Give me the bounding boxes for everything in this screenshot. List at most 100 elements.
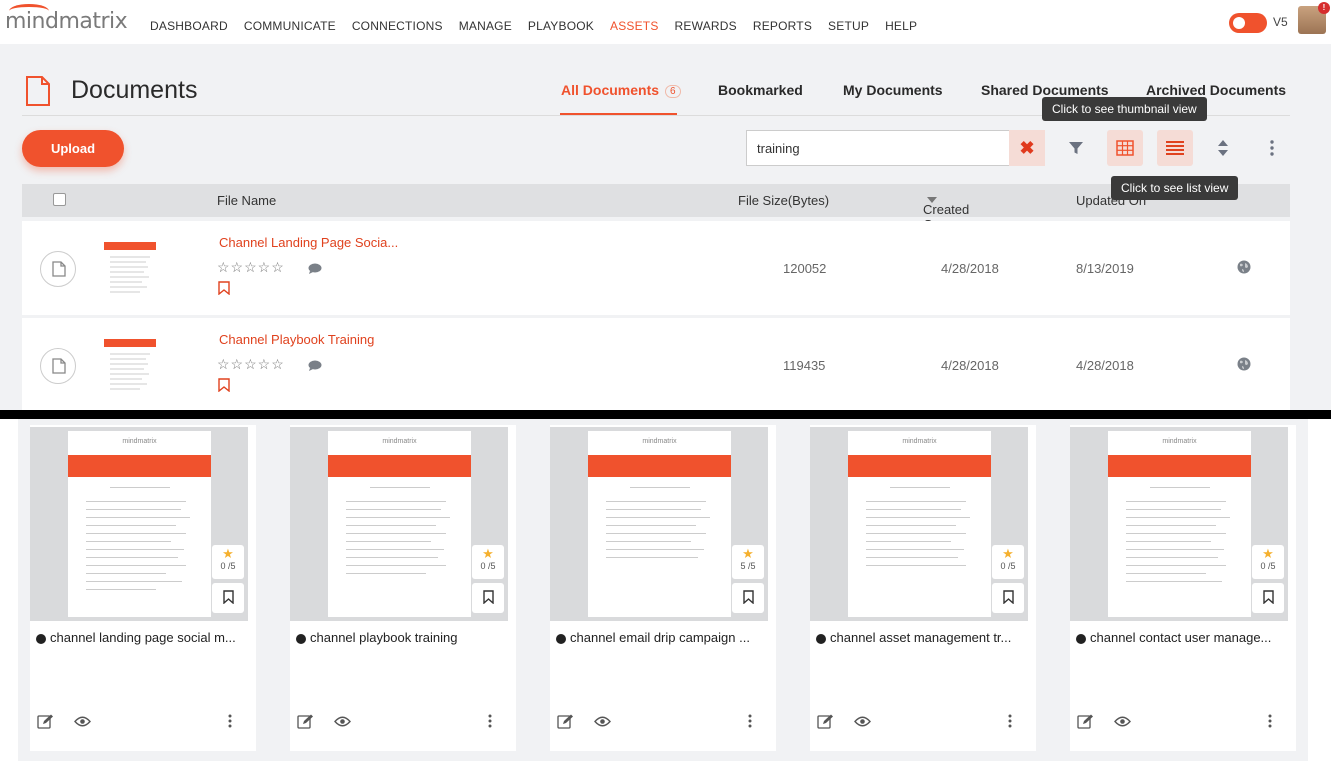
edit-icon[interactable] xyxy=(297,714,314,729)
created-on-cell: 4/28/2018 xyxy=(941,358,999,373)
document-card[interactable]: mindmatrix ★ 0 /5 channel contact user ma… xyxy=(1070,425,1296,751)
card-title[interactable]: channel email drip campaign ... xyxy=(570,630,770,645)
card-preview[interactable]: mindmatrix ★ 0 /5 xyxy=(1070,427,1288,621)
mindmatrix-logo: mindmatrix xyxy=(642,438,677,445)
document-thumbnail[interactable] xyxy=(104,332,156,398)
star-icon: ★ xyxy=(742,546,754,561)
filter-button[interactable] xyxy=(1058,130,1094,166)
bookmark-button[interactable] xyxy=(1252,583,1284,613)
tab-my-documents[interactable]: My Documents xyxy=(843,82,943,98)
rating-badge[interactable]: ★ 0 /5 xyxy=(212,545,244,579)
grid-icon xyxy=(1116,140,1134,156)
card-title[interactable]: channel contact user manage... xyxy=(1090,630,1290,645)
edit-icon[interactable] xyxy=(37,714,54,729)
nav-manage[interactable]: MANAGE xyxy=(459,19,512,33)
rating-stars[interactable]: ☆☆☆☆☆ xyxy=(217,356,285,373)
more-vertical-icon[interactable] xyxy=(228,714,232,728)
sort-button[interactable] xyxy=(1205,130,1241,166)
rating-badge[interactable]: ★ 0 /5 xyxy=(472,545,504,579)
bookmark-button[interactable] xyxy=(732,583,764,613)
nav-help[interactable]: HELP xyxy=(885,19,917,33)
globe-icon[interactable] xyxy=(1237,260,1251,274)
more-vertical-icon[interactable] xyxy=(748,714,752,728)
card-title[interactable]: channel playbook training xyxy=(310,630,510,645)
card-preview[interactable]: mindmatrix ★ 0 /5 xyxy=(30,427,248,621)
avatar[interactable]: ! xyxy=(1298,2,1330,34)
table-row[interactable]: Channel Playbook Training ☆☆☆☆☆ 119435 4… xyxy=(22,318,1290,412)
document-page-preview: mindmatrix xyxy=(1108,431,1251,617)
mindmatrix-logo[interactable]: mindmatrix xyxy=(5,4,128,34)
select-all-checkbox[interactable] xyxy=(53,193,66,206)
nav-rewards[interactable]: REWARDS xyxy=(675,19,737,33)
file-name-link[interactable]: Channel Playbook Training xyxy=(219,332,374,347)
bookmark-icon[interactable] xyxy=(218,281,230,295)
document-card[interactable]: mindmatrix ★ 0 /5 channel landing page so… xyxy=(30,425,256,751)
comment-icon[interactable] xyxy=(308,263,322,274)
globe-icon[interactable] xyxy=(1237,357,1251,371)
file-name-header[interactable]: File Name xyxy=(217,193,276,208)
top-navigation: mindmatrix DASHBOARD COMMUNICATE CONNECT… xyxy=(0,0,1331,44)
status-dot xyxy=(36,634,46,644)
bookmark-button[interactable] xyxy=(472,583,504,613)
bookmark-button[interactable] xyxy=(212,583,244,613)
screenshot-divider xyxy=(0,410,1331,419)
version-label: V5 xyxy=(1273,15,1288,29)
rating-stars[interactable]: ☆☆☆☆☆ xyxy=(217,259,285,276)
eye-icon[interactable] xyxy=(74,716,91,727)
file-name-link[interactable]: Channel Landing Page Socia... xyxy=(219,235,398,250)
file-size-header[interactable]: File Size(Bytes) xyxy=(738,193,829,208)
nav-setup[interactable]: SETUP xyxy=(828,19,869,33)
edit-icon[interactable] xyxy=(1077,714,1094,729)
tab-all-documents[interactable]: All Documents 6 xyxy=(561,82,681,98)
updated-on-cell: 4/28/2018 xyxy=(1076,358,1134,373)
card-preview[interactable]: mindmatrix ★ 0 /5 xyxy=(810,427,1028,621)
eye-icon[interactable] xyxy=(1114,716,1131,727)
card-preview[interactable]: mindmatrix ★ 5 /5 xyxy=(550,427,768,621)
document-banner xyxy=(1108,455,1251,477)
nav-assets[interactable]: ASSETS xyxy=(610,19,659,33)
document-banner xyxy=(588,455,731,477)
star-icon: ★ xyxy=(482,546,494,561)
clear-search-button[interactable]: ✖ xyxy=(1009,130,1045,166)
tab-archived-documents[interactable]: Archived Documents xyxy=(1146,82,1286,98)
rating-badge[interactable]: ★ 0 /5 xyxy=(992,545,1024,579)
bookmark-icon[interactable] xyxy=(218,378,230,392)
bookmark-button[interactable] xyxy=(992,583,1024,613)
tab-bookmarked[interactable]: Bookmarked xyxy=(718,82,803,98)
rating-badge[interactable]: ★ 0 /5 xyxy=(1252,545,1284,579)
eye-icon[interactable] xyxy=(854,716,871,727)
table-row[interactable]: Channel Landing Page Socia... ☆☆☆☆☆ 1200… xyxy=(22,221,1290,315)
list-view-button[interactable] xyxy=(1157,130,1193,166)
more-vertical-icon[interactable] xyxy=(1008,714,1012,728)
eye-icon[interactable] xyxy=(594,716,611,727)
nav-reports[interactable]: REPORTS xyxy=(753,19,812,33)
nav-communicate[interactable]: COMMUNICATE xyxy=(244,19,336,33)
mode-toggle[interactable] xyxy=(1229,13,1267,33)
edit-icon[interactable] xyxy=(817,714,834,729)
document-card[interactable]: mindmatrix ★ 0 /5 channel playbook traini… xyxy=(290,425,516,751)
more-vertical-icon[interactable] xyxy=(488,714,492,728)
nav-dashboard[interactable]: DASHBOARD xyxy=(150,19,228,33)
nav-playbook[interactable]: PLAYBOOK xyxy=(528,19,594,33)
rating-badge[interactable]: ★ 5 /5 xyxy=(732,545,764,579)
document-thumbnail[interactable] xyxy=(104,235,156,301)
upload-button[interactable]: Upload xyxy=(22,130,124,167)
tab-shared-documents[interactable]: Shared Documents xyxy=(981,82,1109,98)
star-icon: ★ xyxy=(1002,546,1014,561)
thumbnail-view-button[interactable] xyxy=(1107,130,1143,166)
document-card[interactable]: mindmatrix ★ 0 /5 channel asset managemen… xyxy=(810,425,1036,751)
card-title[interactable]: channel landing page social m... xyxy=(50,630,250,645)
document-page-preview: mindmatrix xyxy=(68,431,211,617)
comment-icon[interactable] xyxy=(308,360,322,371)
nav-connections[interactable]: CONNECTIONS xyxy=(352,19,443,33)
created-on-header[interactable]: Created On xyxy=(923,193,969,232)
card-preview[interactable]: mindmatrix ★ 0 /5 xyxy=(290,427,508,621)
notification-badge: ! xyxy=(1318,2,1330,14)
eye-icon[interactable] xyxy=(334,716,351,727)
edit-icon[interactable] xyxy=(557,714,574,729)
document-card[interactable]: mindmatrix ★ 5 /5 channel email drip camp… xyxy=(550,425,776,751)
search-input[interactable] xyxy=(746,130,1009,166)
card-title[interactable]: channel asset management tr... xyxy=(830,630,1030,645)
more-options-button[interactable] xyxy=(1254,130,1290,166)
more-vertical-icon[interactable] xyxy=(1268,714,1272,728)
